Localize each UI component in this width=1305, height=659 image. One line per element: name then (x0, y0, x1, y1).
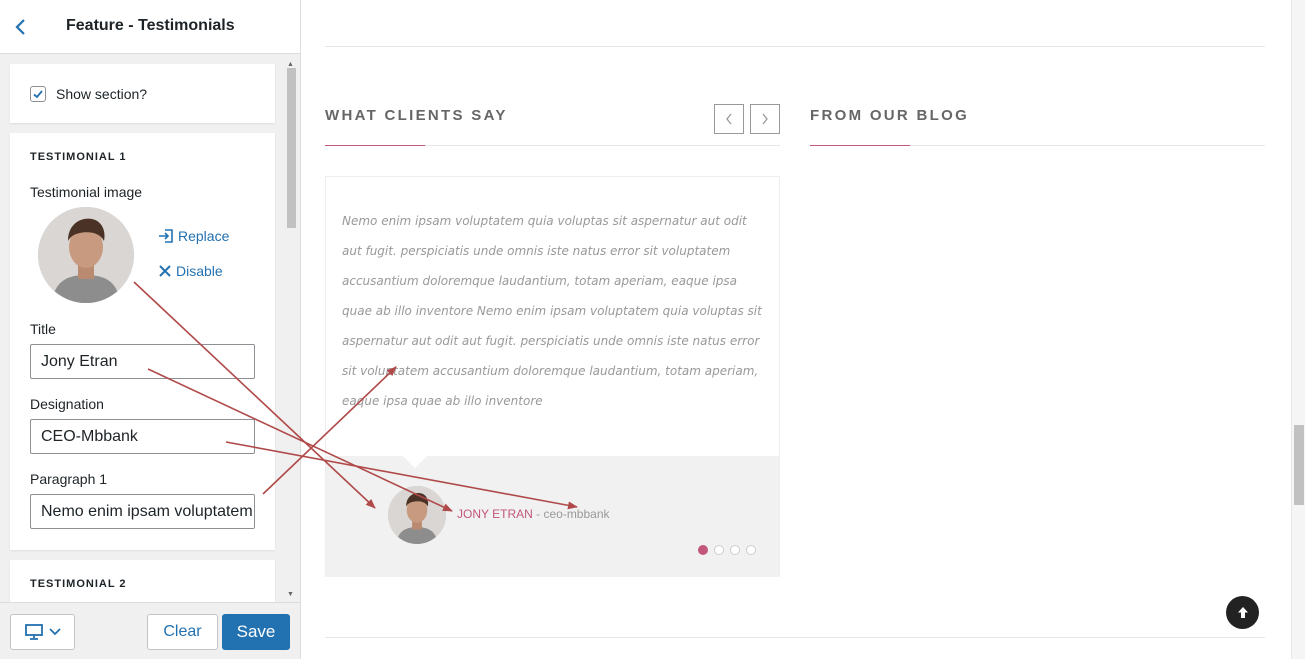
testimonial-quote: Nemo enim ipsam voluptatem quia voluptas… (342, 214, 762, 408)
testimonial-prev-button[interactable] (714, 104, 744, 134)
quote-pointer (402, 455, 428, 468)
carousel-dot-3[interactable] (730, 545, 740, 555)
back-button[interactable] (6, 10, 36, 44)
blog-title-accent (810, 145, 910, 146)
disable-image-button[interactable]: Disable (158, 263, 223, 279)
testimonial-author-role: CEO-Mbbank (543, 507, 610, 521)
desktop-icon (24, 624, 43, 640)
title-label: Title (30, 321, 56, 337)
designation-input[interactable]: CEO-Mbbank (30, 419, 255, 454)
testimonial-image-thumbnail (38, 207, 134, 303)
preview-scrollbar[interactable] (1291, 0, 1305, 659)
author-separator: - (532, 507, 544, 521)
chevron-left-icon (726, 113, 732, 125)
chevron-down-icon (48, 628, 61, 636)
checkmark-icon (33, 90, 43, 99)
close-icon (159, 265, 171, 277)
carousel-dot-1[interactable] (698, 545, 708, 555)
testimonial-2-card[interactable]: TESTIMONIAL 2 (10, 560, 275, 602)
person-photo-icon (38, 207, 134, 303)
disable-label: Disable (176, 263, 223, 279)
testimonial-2-heading: TESTIMONIAL 2 (30, 578, 127, 590)
scroll-up-icon[interactable]: ▲ (287, 61, 294, 68)
customizer-panel: Feature - Testimonials Show section? TES… (0, 0, 301, 659)
testimonial-next-button[interactable] (750, 104, 780, 134)
replace-icon (159, 229, 173, 243)
show-section-card: Show section? (10, 64, 275, 123)
title-input[interactable]: Jony Etran (30, 344, 255, 379)
carousel-dot-4[interactable] (746, 545, 756, 555)
paragraph-input[interactable]: Nemo enim ipsam voluptatem (30, 494, 255, 529)
designation-label: Designation (30, 396, 104, 412)
carousel-dot-2[interactable] (714, 545, 724, 555)
panel-header: Feature - Testimonials (0, 0, 300, 54)
testimonial-card: Nemo enim ipsam voluptatem quia voluptas… (325, 176, 780, 577)
replace-label: Replace (178, 228, 230, 244)
scroll-down-icon[interactable]: ▼ (287, 591, 294, 598)
replace-image-button[interactable]: Replace (158, 228, 229, 244)
clients-section-title: WHAT CLIENTS SAY (325, 107, 508, 124)
save-button[interactable]: Save (222, 614, 290, 650)
paragraph-label: Paragraph 1 (30, 471, 108, 487)
panel-scroll-area: Show section? TESTIMONIAL 1 Testimonial … (0, 55, 300, 602)
testimonial-1-card: TESTIMONIAL 1 Testimonial image Replace … (10, 133, 275, 550)
bottom-divider (325, 637, 1265, 638)
testimonial-author-name: Jony Etran (457, 507, 533, 521)
preview-scrollbar-thumb[interactable] (1294, 425, 1304, 505)
chevron-right-icon (762, 113, 768, 125)
person-photo-icon (388, 486, 446, 544)
testimonial-1-heading: TESTIMONIAL 1 (30, 151, 127, 163)
testimonial-image-label: Testimonial image (30, 184, 143, 200)
clients-title-accent (325, 145, 425, 146)
site-preview: WHAT CLIENTS SAY FROM OUR BLOG Nemo enim… (301, 0, 1305, 659)
show-section-label: Show section? (56, 86, 148, 102)
panel-scrollbar-thumb[interactable] (287, 68, 296, 228)
device-preview-button[interactable] (10, 614, 75, 650)
show-section-checkbox[interactable] (30, 86, 46, 102)
testimonial-author-line: Jony Etran - CEO-Mbbank (457, 507, 610, 521)
clear-button[interactable]: Clear (147, 614, 218, 650)
back-to-top-button[interactable] (1226, 596, 1259, 629)
panel-title: Feature - Testimonials (66, 17, 235, 34)
arrow-up-icon (1237, 607, 1248, 618)
panel-scrollbar[interactable]: ▲ ▼ (285, 61, 298, 602)
testimonial-author-area: Jony Etran - CEO-Mbbank (326, 455, 779, 577)
carousel-dots (698, 545, 756, 555)
top-divider (325, 46, 1265, 47)
blog-section-title: FROM OUR BLOG (810, 107, 970, 124)
testimonial-author-avatar (388, 486, 446, 544)
panel-footer: Clear Save (0, 602, 300, 659)
chevron-left-icon (15, 19, 25, 35)
